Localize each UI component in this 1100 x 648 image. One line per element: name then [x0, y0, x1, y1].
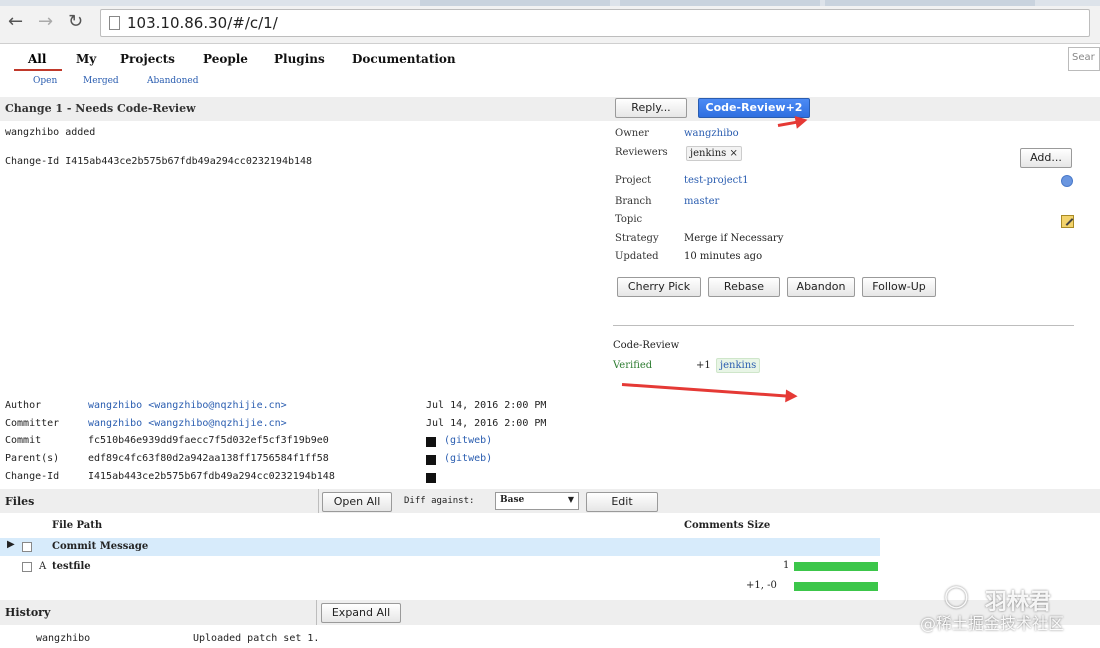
active-tab-underline: [14, 69, 62, 71]
divider: [613, 325, 1074, 326]
comments-size-header: Comments Size: [684, 520, 771, 531]
files-divider: [318, 489, 319, 513]
topic-label: Topic: [615, 214, 643, 225]
menu-all[interactable]: All: [28, 52, 46, 66]
top-menu: All My Projects People Plugins Documenta…: [0, 45, 1100, 97]
parents-label: Parent(s): [5, 453, 60, 464]
add-reviewer-button[interactable]: Add...: [1020, 148, 1072, 168]
edit-topic-icon[interactable]: [1061, 215, 1074, 228]
copy-icon[interactable]: [426, 473, 436, 483]
commit-sha: fc510b46e939dd9faecc7f5d032ef5cf3f19b9e0: [88, 435, 329, 446]
menu-documentation[interactable]: Documentation: [352, 52, 456, 66]
updated-label: Updated: [615, 251, 659, 262]
forward-icon[interactable]: →: [38, 12, 53, 32]
expand-all-button[interactable]: Expand All: [321, 603, 401, 623]
parent-gitweb-link[interactable]: (gitweb): [444, 453, 492, 464]
commit-message: wangzhibo added: [5, 127, 96, 138]
history-message: Uploaded patch set 1.: [193, 633, 320, 644]
rebase-button[interactable]: Rebase: [708, 277, 780, 297]
strategy-value: Merge if Necessary: [684, 233, 784, 244]
url-text[interactable]: 103.10.86.30/#/c/1/: [127, 14, 278, 32]
code-review-plus2-button[interactable]: Code-Review+2: [698, 98, 810, 118]
strategy-label: Strategy: [615, 233, 659, 244]
author-date: Jul 14, 2016 2:00 PM: [426, 400, 547, 411]
verified-score: +1: [696, 360, 711, 371]
reload-icon[interactable]: ↻: [68, 12, 83, 32]
file-size-commit-message: 1: [783, 560, 790, 571]
open-all-button[interactable]: Open All: [322, 492, 392, 512]
change-id-value: I415ab443ce2b575b67fdb49a294cc0232194b14…: [88, 471, 335, 482]
submenu-open[interactable]: Open: [33, 76, 57, 86]
diff-against-select[interactable]: Base ▼: [495, 492, 579, 510]
submenu-abandoned[interactable]: Abandoned: [147, 76, 199, 86]
watermark-subtitle: @稀土掘金技术社区: [920, 614, 1065, 633]
author-label: Author: [5, 400, 42, 411]
copy-icon[interactable]: [426, 437, 436, 447]
committer-link[interactable]: wangzhibo <wangzhibo@nqzhijie.cn>: [88, 418, 287, 429]
diff-against-label: Diff against:: [404, 496, 475, 506]
change-header: Change 1 - Needs Code-Review: [0, 97, 1100, 121]
diff-against-value: Base: [500, 495, 525, 505]
owner-label: Owner: [615, 128, 649, 139]
committer-date: Jul 14, 2016 2:00 PM: [426, 418, 547, 429]
owner-link[interactable]: wangzhibo: [684, 128, 739, 139]
author-link[interactable]: wangzhibo <wangzhibo@nqzhijie.cn>: [88, 400, 287, 411]
reviewers-label: Reviewers: [615, 147, 668, 158]
follow-up-button[interactable]: Follow-Up: [862, 277, 936, 297]
updated-value: 10 minutes ago: [684, 251, 763, 262]
commit-message-change-id: Change-Id I415ab443ce2b575b67fdb49a294cc…: [5, 156, 313, 167]
abandon-button[interactable]: Abandon: [787, 277, 855, 297]
browser-toolbar: ← → ↻ 103.10.86.30/#/c/1/: [0, 0, 1100, 44]
verified-label: Verified: [613, 360, 653, 371]
committer-label: Committer: [5, 418, 60, 429]
parent-sha: edf89c4fc63f80d2a942aa138ff1756584f1ff58: [88, 453, 329, 464]
project-watch-icon[interactable]: [1061, 175, 1073, 187]
file-path-commit-message[interactable]: Commit Message: [52, 541, 148, 552]
tab-strip: [0, 0, 1100, 6]
reviewed-checkbox[interactable]: [22, 562, 32, 572]
edit-button[interactable]: Edit: [586, 492, 658, 512]
branch-link[interactable]: master: [684, 196, 719, 207]
size-bar: [794, 562, 878, 571]
change-title: Change 1 - Needs Code-Review: [5, 102, 196, 115]
search-input[interactable]: Sear: [1068, 47, 1100, 71]
history-divider: [316, 600, 317, 625]
files-title: Files: [5, 495, 35, 508]
copy-icon[interactable]: [426, 455, 436, 465]
change-id-label: Change-Id: [5, 471, 60, 482]
menu-plugins[interactable]: Plugins: [274, 52, 325, 66]
project-link[interactable]: test-project1: [684, 175, 749, 186]
wechat-icon: ◯: [944, 584, 969, 609]
cherry-pick-button[interactable]: Cherry Pick: [617, 277, 701, 297]
menu-people[interactable]: People: [203, 52, 248, 66]
annotation-arrow-verified: [621, 383, 790, 398]
file-status: A: [39, 561, 47, 572]
file-path-testfile[interactable]: testfile: [52, 561, 91, 572]
code-review-label: Code-Review: [613, 340, 680, 351]
annotation-arrow-top: [777, 120, 800, 127]
chevron-down-icon: ▼: [567, 495, 574, 504]
file-path-header: File Path: [52, 520, 103, 531]
commit-gitweb-link[interactable]: (gitweb): [444, 435, 492, 446]
total-size-bar: [794, 582, 878, 591]
address-bar[interactable]: 103.10.86.30/#/c/1/: [100, 9, 1090, 37]
history-title: History: [5, 606, 51, 619]
submenu-merged[interactable]: Merged: [83, 76, 119, 86]
reviewed-checkbox[interactable]: [22, 542, 32, 552]
reviewer-chip[interactable]: jenkins ×: [686, 146, 742, 161]
menu-projects[interactable]: Projects: [120, 52, 175, 66]
history-author: wangzhibo: [36, 633, 91, 644]
menu-my[interactable]: My: [76, 52, 96, 66]
verified-by-chip[interactable]: jenkins: [716, 358, 761, 373]
branch-label: Branch: [615, 196, 652, 207]
reply-button[interactable]: Reply...: [615, 98, 687, 118]
back-icon[interactable]: ←: [8, 12, 23, 32]
project-label: Project: [615, 175, 652, 186]
page-icon: [109, 16, 120, 30]
caret-right-icon: ▶: [7, 539, 15, 550]
files-total: +1, -0: [746, 580, 777, 591]
commit-label: Commit: [5, 435, 42, 446]
